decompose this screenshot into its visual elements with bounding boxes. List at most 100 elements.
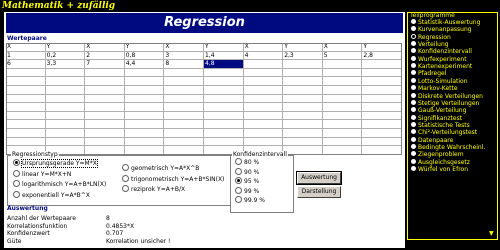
grid-cell[interactable]: 2 xyxy=(85,51,125,61)
grid-cell[interactable] xyxy=(243,103,284,112)
grid-cell[interactable] xyxy=(283,129,323,138)
grid-cell[interactable] xyxy=(85,137,125,147)
grid-cell[interactable] xyxy=(362,129,402,138)
grid-cell[interactable] xyxy=(45,129,86,138)
grid-cell[interactable] xyxy=(6,137,46,147)
grid-cell[interactable] xyxy=(283,86,323,95)
grid-cell[interactable] xyxy=(243,111,284,121)
grid-cell[interactable] xyxy=(283,137,323,147)
grid-cell[interactable] xyxy=(164,137,204,147)
grid-cell[interactable] xyxy=(362,94,402,104)
regression-option[interactable]: linear Y=M*X+N xyxy=(13,169,71,179)
grid-cell[interactable] xyxy=(362,137,402,147)
sidebar-item[interactable]: Kurvenanpassung xyxy=(411,26,472,33)
sidebar-item[interactable]: Signifikanztest xyxy=(411,114,462,122)
grid-cell[interactable] xyxy=(124,86,165,95)
regression-option[interactable]: reziprok Y=A+B/X xyxy=(122,185,185,194)
grid-cell[interactable] xyxy=(124,68,165,78)
grid-cell[interactable]: 2,8 xyxy=(362,51,402,61)
grid-cell[interactable] xyxy=(362,68,402,78)
grid-cell[interactable] xyxy=(243,120,284,129)
grid-cell[interactable] xyxy=(204,68,244,78)
sidebar-item[interactable]: Konfidenzintervall xyxy=(411,48,472,55)
grid-cell[interactable] xyxy=(322,146,363,155)
grid-cell[interactable]: 0,8 xyxy=(124,51,165,61)
sidebar-item[interactable]: Bedingte Wahrscheinl. xyxy=(411,143,485,151)
grid-cell[interactable] xyxy=(45,94,86,104)
sidebar-item[interactable]: Verteilung xyxy=(411,41,449,48)
sidebar-item[interactable]: Lotto-Simulation xyxy=(411,77,468,85)
grid-cell[interactable] xyxy=(6,94,46,104)
regression-option[interactable]: trigonometrisch Y=A+B*SIN(X) xyxy=(122,174,224,184)
grid-cell[interactable] xyxy=(164,146,204,155)
regression-option[interactable]: logarithmisch Y=A+B*LN(X) xyxy=(13,180,106,189)
sidebar-item[interactable]: Statistische Tests xyxy=(411,121,470,129)
grid-cell[interactable] xyxy=(45,103,86,112)
grid-cell[interactable] xyxy=(124,94,165,104)
grid-cell[interactable] xyxy=(322,111,363,121)
grid-cell[interactable]: 5 xyxy=(322,51,363,61)
grid-cell[interactable]: 8 xyxy=(164,60,204,69)
grid-cell[interactable] xyxy=(164,120,204,129)
regression-option[interactable]: Ursprungsgerade Y=M*X xyxy=(13,159,98,168)
grid-cell[interactable] xyxy=(85,146,125,155)
grid-cell[interactable]: 3,3 xyxy=(45,60,86,69)
grid-cell[interactable] xyxy=(322,120,363,129)
grid-cell[interactable] xyxy=(164,129,204,138)
konfidenz-option[interactable]: 95 % xyxy=(235,177,259,186)
darstellung-button[interactable]: Darstellung xyxy=(297,186,341,198)
grid-cell[interactable] xyxy=(85,103,125,112)
sidebar-item[interactable]: Stetige Verteilungen xyxy=(411,99,479,107)
sidebar-item[interactable]: Chi²-Verteilungstest xyxy=(411,129,477,136)
sidebar-item[interactable]: Pfadregel xyxy=(411,70,446,77)
grid-cell[interactable] xyxy=(322,94,363,104)
grid-cell[interactable]: 0,2 xyxy=(45,51,86,61)
grid-cell[interactable] xyxy=(85,129,125,138)
wertepaare-grid[interactable]: X Y X Y X Y X Y X Y 1 0,2 2 0,8 3 1,4 4 2,3 5 2,8 6 3,3 7 4,4 8 4… xyxy=(6,43,402,155)
grid-cell[interactable] xyxy=(283,103,323,112)
grid-cell[interactable] xyxy=(124,111,165,121)
grid-cell[interactable] xyxy=(362,120,402,129)
grid-cell[interactable] xyxy=(45,86,86,95)
grid-cell[interactable] xyxy=(283,68,323,78)
grid-cell[interactable] xyxy=(124,77,165,86)
grid-cell[interactable] xyxy=(164,111,204,121)
auswertung-button[interactable]: Auswertung xyxy=(296,171,342,185)
grid-cell[interactable] xyxy=(283,94,323,104)
grid-cell[interactable] xyxy=(6,77,46,86)
grid-cell[interactable] xyxy=(283,60,323,69)
grid-cell[interactable] xyxy=(45,68,86,78)
grid-cell[interactable] xyxy=(85,86,125,95)
grid-cell[interactable] xyxy=(85,77,125,86)
grid-cell[interactable] xyxy=(204,111,244,121)
grid-cell[interactable] xyxy=(362,146,402,155)
sidebar-item[interactable]: Ausgleichsgesetz xyxy=(411,158,470,166)
sidebar-item[interactable]: Ziegenproblem xyxy=(411,151,464,158)
grid-cell[interactable] xyxy=(322,68,363,78)
grid-cell[interactable] xyxy=(204,77,244,86)
grid-cell[interactable] xyxy=(6,111,46,121)
grid-cell[interactable] xyxy=(362,60,402,69)
grid-cell[interactable] xyxy=(322,60,363,69)
grid-cell[interactable] xyxy=(322,86,363,95)
sidebar-item[interactable]: Würfel von Efron xyxy=(411,166,468,173)
sidebar-item[interactable]: Datenpaare xyxy=(411,136,453,144)
regression-option[interactable]: exponentiell Y=A*B^X xyxy=(13,190,90,200)
grid-cell[interactable] xyxy=(164,77,204,86)
grid-cell[interactable]: 3 xyxy=(164,51,204,61)
grid-cell[interactable] xyxy=(362,103,402,112)
grid-cell[interactable] xyxy=(6,68,46,78)
grid-cell[interactable] xyxy=(204,120,244,129)
grid-cell[interactable]: 4,4 xyxy=(124,60,165,69)
grid-cell[interactable] xyxy=(283,77,323,86)
grid-cell[interactable] xyxy=(45,120,86,129)
sidebar-item[interactable]: Kartenexperiment xyxy=(411,63,472,70)
grid-cell[interactable] xyxy=(243,68,284,78)
grid-cell[interactable] xyxy=(362,86,402,95)
grid-cell[interactable] xyxy=(243,60,284,69)
grid-cell[interactable] xyxy=(124,120,165,129)
grid-cell[interactable]: 1,4 xyxy=(204,51,244,61)
grid-cell[interactable] xyxy=(6,86,46,95)
grid-cell[interactable] xyxy=(243,86,284,95)
grid-cell[interactable] xyxy=(6,129,46,138)
